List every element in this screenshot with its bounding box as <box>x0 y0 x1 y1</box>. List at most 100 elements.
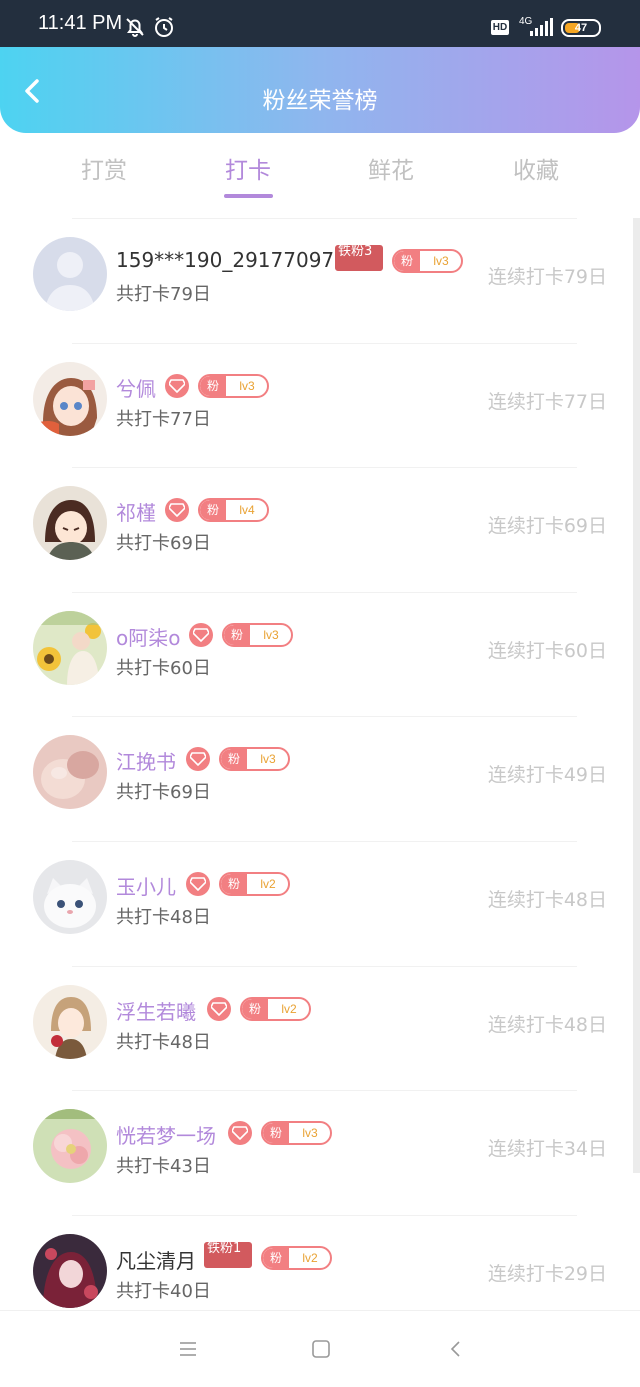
leaderboard-row[interactable]: 祁槿 粉 lv4 共打卡69日 连续打卡69日 <box>0 468 640 592</box>
streak-checkin: 连续打卡69日 <box>487 515 607 537</box>
iron-fan-badge: 铁粉1 <box>204 1242 252 1268</box>
signal-icon <box>530 18 554 40</box>
total-checkin: 共打卡40日 <box>116 1281 211 1302</box>
fan-level-badge: 粉 lv3 <box>261 1121 332 1145</box>
streak-checkin: 连续打卡77日 <box>487 391 607 413</box>
fan-label: 粉 <box>221 874 247 894</box>
streak-checkin: 连续打卡79日 <box>487 266 607 288</box>
user-name[interactable]: 恍若梦一场 <box>116 1120 216 1149</box>
tab-bar: 打赏 打卡 鲜花 收藏 <box>0 133 640 219</box>
fan-label: 粉 <box>263 1123 289 1143</box>
fan-label: 粉 <box>200 500 226 520</box>
streak-checkin: 连续打卡29日 <box>487 1263 607 1285</box>
diamond-heart-icon <box>165 374 189 398</box>
leaderboard-row[interactable]: 玉小儿 粉 lv2 共打卡48日 连续打卡48日 <box>0 842 640 966</box>
tab-checkin[interactable]: 打卡 <box>188 151 308 185</box>
iron-fan-badge: 铁粉3 <box>335 245 383 271</box>
fan-level-badge: 粉 lv3 <box>222 623 293 647</box>
header-bar: 粉丝荣誉榜 <box>0 47 640 133</box>
fan-level: lv2 <box>302 1251 318 1265</box>
fan-level: lv3 <box>260 752 276 766</box>
streak-checkin: 连续打卡48日 <box>487 1014 607 1036</box>
diamond-heart-icon <box>165 498 189 522</box>
user-name[interactable]: o阿柒o <box>116 622 180 651</box>
fan-level-badge: 粉 lv2 <box>261 1246 332 1270</box>
fan-label: 粉 <box>221 749 247 769</box>
flower-avatar[interactable] <box>33 1109 107 1183</box>
streak-checkin: 连续打卡34日 <box>487 1138 607 1160</box>
leaderboard-row[interactable]: o阿柒o 粉 lv3 共打卡60日 连续打卡60日 <box>0 593 640 717</box>
fan-level-badge: 粉 lv3 <box>219 747 290 771</box>
status-time: 11:41 PM <box>38 12 123 34</box>
streak-checkin: 连续打卡60日 <box>487 640 607 662</box>
anime-rose-avatar[interactable] <box>33 985 107 1059</box>
default-avatar[interactable] <box>33 237 107 311</box>
leaderboard-row[interactable]: 江挽书 粉 lv3 共打卡69日 连续打卡49日 <box>0 717 640 841</box>
fan-level: lv3 <box>239 379 255 393</box>
page-title: 粉丝荣誉榜 <box>262 88 378 114</box>
fan-level-badge: 粉 lv4 <box>198 498 269 522</box>
anime-boy-avatar[interactable] <box>33 486 107 560</box>
system-nav-bar <box>0 1310 640 1387</box>
total-checkin: 共打卡48日 <box>116 1032 211 1053</box>
user-name[interactable]: 浮生若曦 <box>116 996 196 1025</box>
user-name[interactable]: 玉小儿 <box>116 871 176 900</box>
user-name[interactable]: 兮佩 <box>116 373 156 402</box>
diamond-heart-icon <box>186 872 210 896</box>
bell-muted-icon <box>124 16 146 42</box>
fan-level-badge: 粉 lv3 <box>392 249 463 273</box>
menu-icon[interactable] <box>178 1339 198 1359</box>
home-square-icon[interactable] <box>311 1339 331 1359</box>
kitten-avatar[interactable] <box>33 860 107 934</box>
total-checkin: 共打卡69日 <box>116 533 211 554</box>
scrollbar[interactable] <box>633 218 640 1173</box>
alarm-icon <box>152 15 176 43</box>
diamond-heart-icon <box>186 747 210 771</box>
fan-level-badge: 粉 lv2 <box>219 872 290 896</box>
hd-icon: HD <box>491 20 509 35</box>
back-triangle-icon[interactable] <box>446 1339 466 1359</box>
fan-level-badge: 粉 lv2 <box>240 997 311 1021</box>
fan-level: lv3 <box>263 628 279 642</box>
user-name[interactable]: 凡尘清月 <box>116 1245 196 1274</box>
anime-dark-avatar[interactable] <box>33 1234 107 1308</box>
user-name[interactable]: 江挽书 <box>116 746 176 775</box>
tab-flowers[interactable]: 鲜花 <box>331 151 451 185</box>
leaderboard-row[interactable]: 159***190_291770970 铁粉3 粉 lv3 共打卡79日 连续打… <box>0 219 640 343</box>
tab-reward[interactable]: 打赏 <box>44 151 164 185</box>
total-checkin: 共打卡69日 <box>116 782 211 803</box>
fan-label: 粉 <box>224 625 250 645</box>
battery-label: 47 <box>574 22 588 34</box>
total-checkin: 共打卡60日 <box>116 658 211 679</box>
leaderboard-row[interactable]: 恍若梦一场 粉 lv3 共打卡43日 连续打卡34日 <box>0 1091 640 1215</box>
total-checkin: 共打卡77日 <box>116 409 211 430</box>
battery-icon: 47 <box>561 19 601 37</box>
fan-level-badge: 粉 lv3 <box>198 374 269 398</box>
fan-label: 粉 <box>242 999 268 1019</box>
streak-checkin: 连续打卡49日 <box>487 764 607 786</box>
leaderboard-row[interactable]: 凡尘清月 铁粉1 粉 lv2 共打卡40日 连续打卡29日 <box>0 1216 640 1310</box>
diamond-heart-icon <box>189 623 213 647</box>
app-root: 11:41 PM HD 4G 47 粉丝荣誉榜 打赏 打卡 鲜花 收藏 159*… <box>0 0 640 1387</box>
diamond-heart-icon <box>228 1121 252 1145</box>
fan-label: 粉 <box>200 376 226 396</box>
checkin-leaderboard-list: 159***190_291770970 铁粉3 粉 lv3 共打卡79日 连续打… <box>0 218 640 1310</box>
total-checkin: 共打卡79日 <box>116 284 211 305</box>
tab-indicator <box>224 194 273 198</box>
fan-level: lv2 <box>281 1002 297 1016</box>
total-checkin: 共打卡48日 <box>116 907 211 928</box>
fan-level: lv3 <box>433 254 449 268</box>
sunflower-avatar[interactable] <box>33 611 107 685</box>
leaderboard-row[interactable]: 浮生若曦 粉 lv2 共打卡48日 连续打卡48日 <box>0 967 640 1091</box>
diamond-heart-icon <box>207 997 231 1021</box>
total-checkin: 共打卡43日 <box>116 1156 211 1177</box>
anime-girl-avatar[interactable] <box>33 362 107 436</box>
user-name[interactable]: 159***190_291770970 <box>116 248 347 272</box>
fan-level: lv4 <box>239 503 255 517</box>
leaderboard-row[interactable]: 兮佩 粉 lv3 共打卡77日 连续打卡77日 <box>0 344 640 468</box>
pink-photo-avatar[interactable] <box>33 735 107 809</box>
user-name[interactable]: 祁槿 <box>116 497 156 526</box>
fan-level: lv2 <box>260 877 276 891</box>
tab-favorites[interactable]: 收藏 <box>476 151 596 185</box>
streak-checkin: 连续打卡48日 <box>487 889 607 911</box>
